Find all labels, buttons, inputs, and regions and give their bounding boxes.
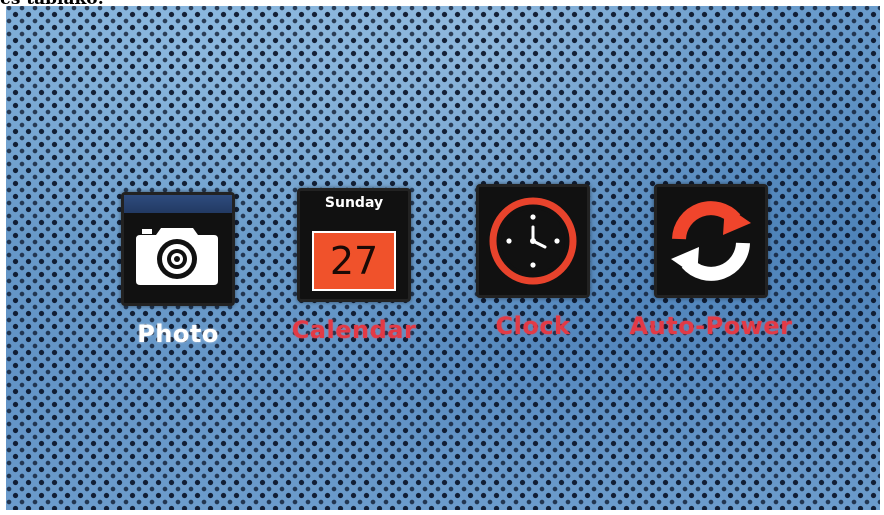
main-menu: Photo Sunday 27 Calendar Clock Auto-Powe… (6, 6, 880, 510)
calendar-icon: 27 (312, 231, 396, 291)
menu-item-label: Calendar (291, 316, 417, 344)
calendar-day-name: Sunday (324, 195, 384, 211)
device-screen: Photo Sunday 27 Calendar Clock Auto-Powe… (6, 6, 880, 510)
clock-icon (489, 197, 577, 285)
calendar-date: 27 (329, 239, 379, 283)
photo-tile[interactable] (121, 192, 235, 306)
calendar-tile[interactable]: Sunday 27 (297, 188, 411, 302)
menu-item-calendar[interactable]: Sunday 27 Calendar (264, 184, 444, 364)
menu-item-photo[interactable]: Photo (88, 184, 268, 364)
photo-frame-capture: es tablakó: Photo (0, 0, 884, 515)
menu-item-auto-power[interactable]: Auto-Power (621, 184, 801, 364)
clock-tile[interactable] (476, 184, 590, 298)
camera-icon (136, 228, 218, 285)
menu-item-label: Photo (137, 320, 219, 348)
refresh-icon (671, 201, 751, 281)
menu-item-label: Clock (495, 312, 571, 340)
tile-highlight-stripe (124, 195, 232, 213)
menu-item-label: Auto-Power (629, 312, 793, 340)
menu-item-clock[interactable]: Clock (443, 184, 623, 364)
auto-power-tile[interactable] (654, 184, 768, 298)
